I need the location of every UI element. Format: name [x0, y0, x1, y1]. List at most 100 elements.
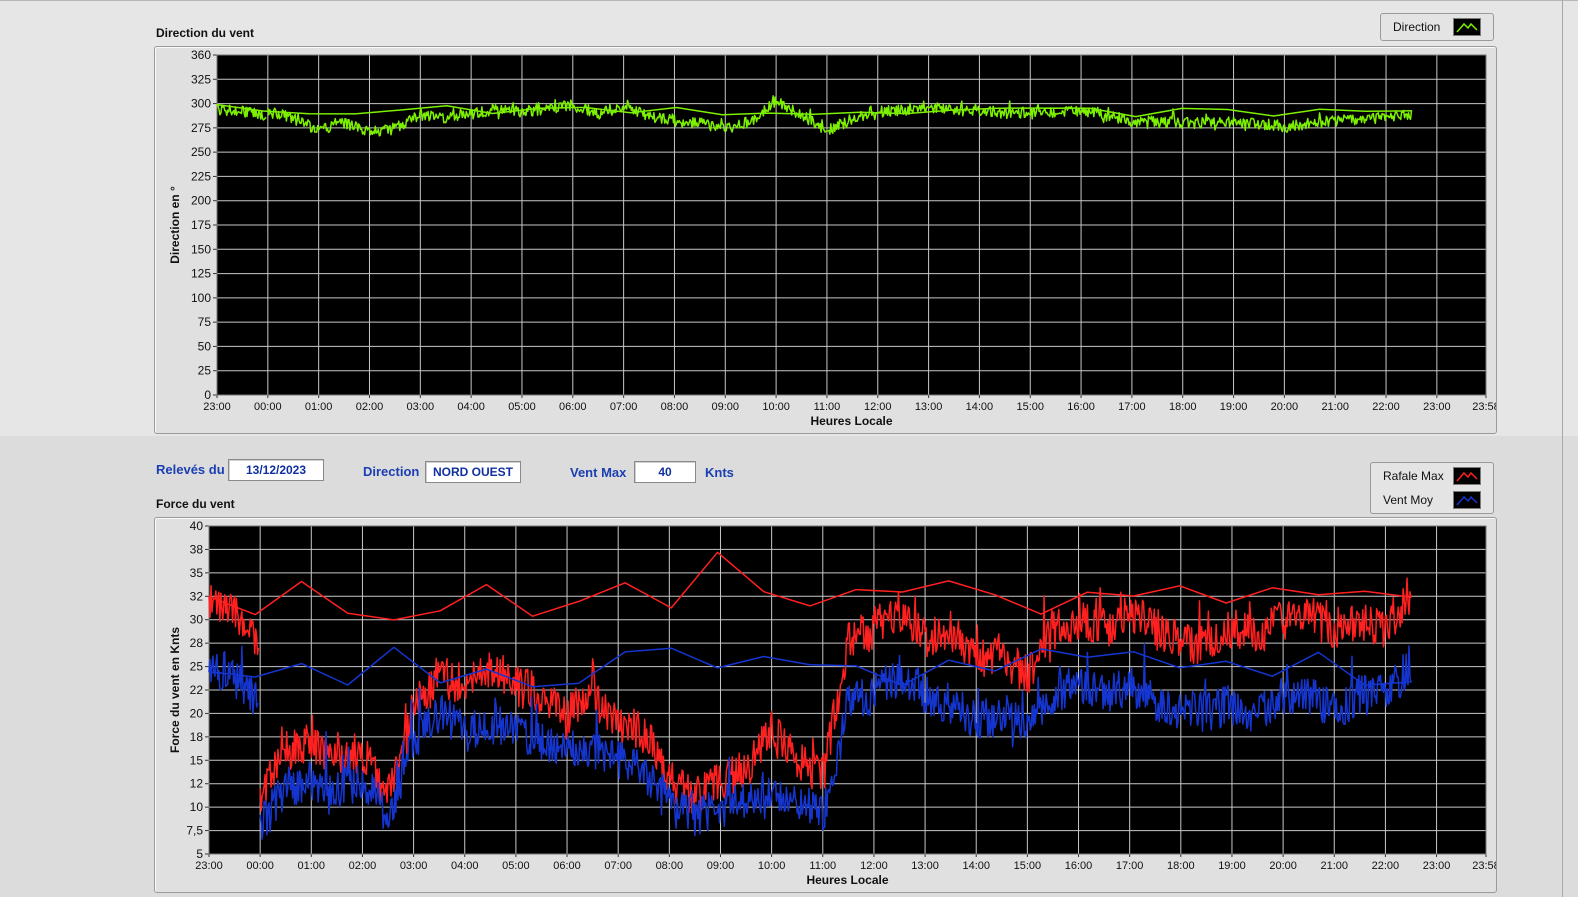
- x-tick-label: 22:00: [1372, 401, 1400, 413]
- y-axis-title: Direction en °: [168, 186, 182, 264]
- x-tick-label: 06:00: [559, 401, 587, 413]
- y-tick-label: 100: [191, 291, 211, 305]
- x-tick-label: 17:00: [1118, 401, 1146, 413]
- x-tick-label: 20:00: [1271, 401, 1299, 413]
- y-tick-label: 250: [191, 145, 211, 159]
- x-tick-label: 00:00: [254, 401, 282, 413]
- x-tick-label: 20:00: [1269, 860, 1297, 872]
- y-tick-label: 22: [190, 683, 204, 697]
- y-tick-label: 18: [190, 730, 204, 744]
- x-tick-label: 13:00: [915, 401, 943, 413]
- y-tick-label: 25: [190, 660, 204, 674]
- y-tick-label: 40: [190, 519, 204, 533]
- x-tick-label: 06:00: [553, 860, 581, 872]
- y-tick-label: 300: [191, 97, 211, 111]
- ventmax-label: Vent Max: [570, 465, 627, 480]
- x-tick-label: 23:00: [203, 401, 231, 413]
- direction-line-swatch-icon[interactable]: [1453, 18, 1481, 36]
- x-tick-label: 16:00: [1067, 401, 1095, 413]
- y-tick-label: 75: [198, 315, 212, 329]
- y-tick-label: 5: [196, 847, 203, 861]
- force-chart-title: Force du vent: [156, 497, 235, 511]
- y-tick-label: 35: [190, 566, 204, 580]
- y-tick-label: 125: [191, 267, 211, 281]
- x-tick-label: 04:00: [451, 860, 479, 872]
- x-tick-label: 09:00: [707, 860, 735, 872]
- x-tick-label: 12:00: [864, 401, 892, 413]
- y-tick-label: 38: [190, 542, 204, 556]
- direction-legend[interactable]: Direction: [1380, 13, 1494, 41]
- x-tick-label: 21:00: [1320, 860, 1348, 872]
- x-tick-label: 02:00: [356, 401, 384, 413]
- x-axis-title: Heures Locale: [810, 414, 892, 428]
- force-legend[interactable]: Rafale Max Vent Moy: [1370, 462, 1494, 514]
- x-tick-label: 11:00: [809, 860, 836, 872]
- x-tick-label: 19:00: [1220, 401, 1248, 413]
- x-tick-label: 23:00: [1423, 401, 1451, 413]
- ventmax-unit-label: Knts: [705, 465, 734, 480]
- direction-label: Direction: [363, 464, 420, 479]
- x-tick-label: 15:00: [1014, 860, 1042, 872]
- legend-label-direction: Direction: [1393, 20, 1441, 34]
- y-tick-label: 20: [190, 706, 204, 720]
- y-tick-label: 28: [190, 636, 204, 650]
- x-tick-label: 23:58: [1472, 401, 1496, 413]
- x-tick-label: 23:58: [1472, 860, 1496, 872]
- x-tick-label: 01:00: [305, 401, 333, 413]
- y-tick-label: 360: [191, 48, 211, 62]
- y-axis-title: Force du vent en Knts: [168, 627, 182, 753]
- x-tick-label: 03:00: [407, 401, 435, 413]
- x-tick-label: 10:00: [758, 860, 786, 872]
- x-tick-label: 19:00: [1218, 860, 1246, 872]
- x-tick-label: 11:00: [814, 401, 841, 413]
- x-tick-label: 17:00: [1116, 860, 1144, 872]
- y-tick-label: 0: [204, 388, 211, 402]
- direction-chart-title: Direction du vent: [156, 26, 255, 40]
- x-tick-label: 15:00: [1016, 401, 1044, 413]
- ventmax-value-field[interactable]: 40: [634, 461, 696, 483]
- x-tick-label: 00:00: [246, 860, 274, 872]
- x-tick-label: 16:00: [1065, 860, 1093, 872]
- y-tick-label: 150: [191, 242, 211, 256]
- legend-label-moy: Vent Moy: [1383, 493, 1434, 507]
- x-tick-label: 05:00: [502, 860, 530, 872]
- y-tick-label: 25: [198, 364, 212, 378]
- x-tick-label: 21:00: [1321, 401, 1349, 413]
- y-tick-label: 10: [190, 800, 204, 814]
- window-edge: [1562, 0, 1563, 897]
- x-tick-label: 05:00: [508, 401, 536, 413]
- force-chart: 23:00 00:00 01:00 02:00 03:00 04:00 05:00 06:00…: [154, 517, 1497, 893]
- x-tick-label: 04:00: [457, 401, 485, 413]
- x-axis-title: Heures Locale: [806, 873, 888, 887]
- x-tick-label: 12:00: [860, 860, 888, 872]
- y-tick-label: 7,5: [186, 824, 203, 838]
- x-tick-label: 07:00: [604, 860, 632, 872]
- x-tick-label: 14:00: [962, 860, 990, 872]
- releves-label: Relevés du: [156, 462, 225, 477]
- y-tick-label: 50: [198, 339, 212, 353]
- y-tick-label: 175: [191, 218, 211, 232]
- y-tick-label: 15: [190, 753, 204, 767]
- moy-line-swatch-icon[interactable]: [1453, 491, 1481, 509]
- force-chart-svg: 23:00 00:00 01:00 02:00 03:00 04:00 05:00 06:00…: [168, 519, 1496, 887]
- direction-value-field[interactable]: NORD OUEST: [425, 461, 521, 483]
- x-tick-label: 23:00: [195, 860, 223, 872]
- x-tick-label: 01:00: [298, 860, 326, 872]
- y-tick-label: 275: [191, 121, 211, 135]
- y-tick-label: 200: [191, 194, 211, 208]
- x-tick-label: 22:00: [1372, 860, 1400, 872]
- releves-date-field[interactable]: 13/12/2023: [228, 459, 324, 481]
- x-tick-label: 07:00: [610, 401, 638, 413]
- x-tick-label: 23:00: [1423, 860, 1451, 872]
- y-tick-label: 325: [191, 72, 211, 86]
- x-tick-label: 18:00: [1169, 401, 1197, 413]
- y-tick-label: 225: [191, 169, 211, 183]
- rafale-line-swatch-icon[interactable]: [1453, 467, 1481, 485]
- direction-chart-svg: 23:00 00:00 01:00 02:00 03:00 04:00 05:00 06:00…: [168, 48, 1496, 428]
- y-tick-label: 30: [190, 613, 204, 627]
- x-tick-label: 13:00: [911, 860, 939, 872]
- x-tick-label: 03:00: [400, 860, 428, 872]
- direction-chart: 23:00 00:00 01:00 02:00 03:00 04:00 05:00 06:00…: [154, 46, 1497, 434]
- legend-label-rafale: Rafale Max: [1383, 469, 1444, 483]
- x-tick-label: 14:00: [966, 401, 994, 413]
